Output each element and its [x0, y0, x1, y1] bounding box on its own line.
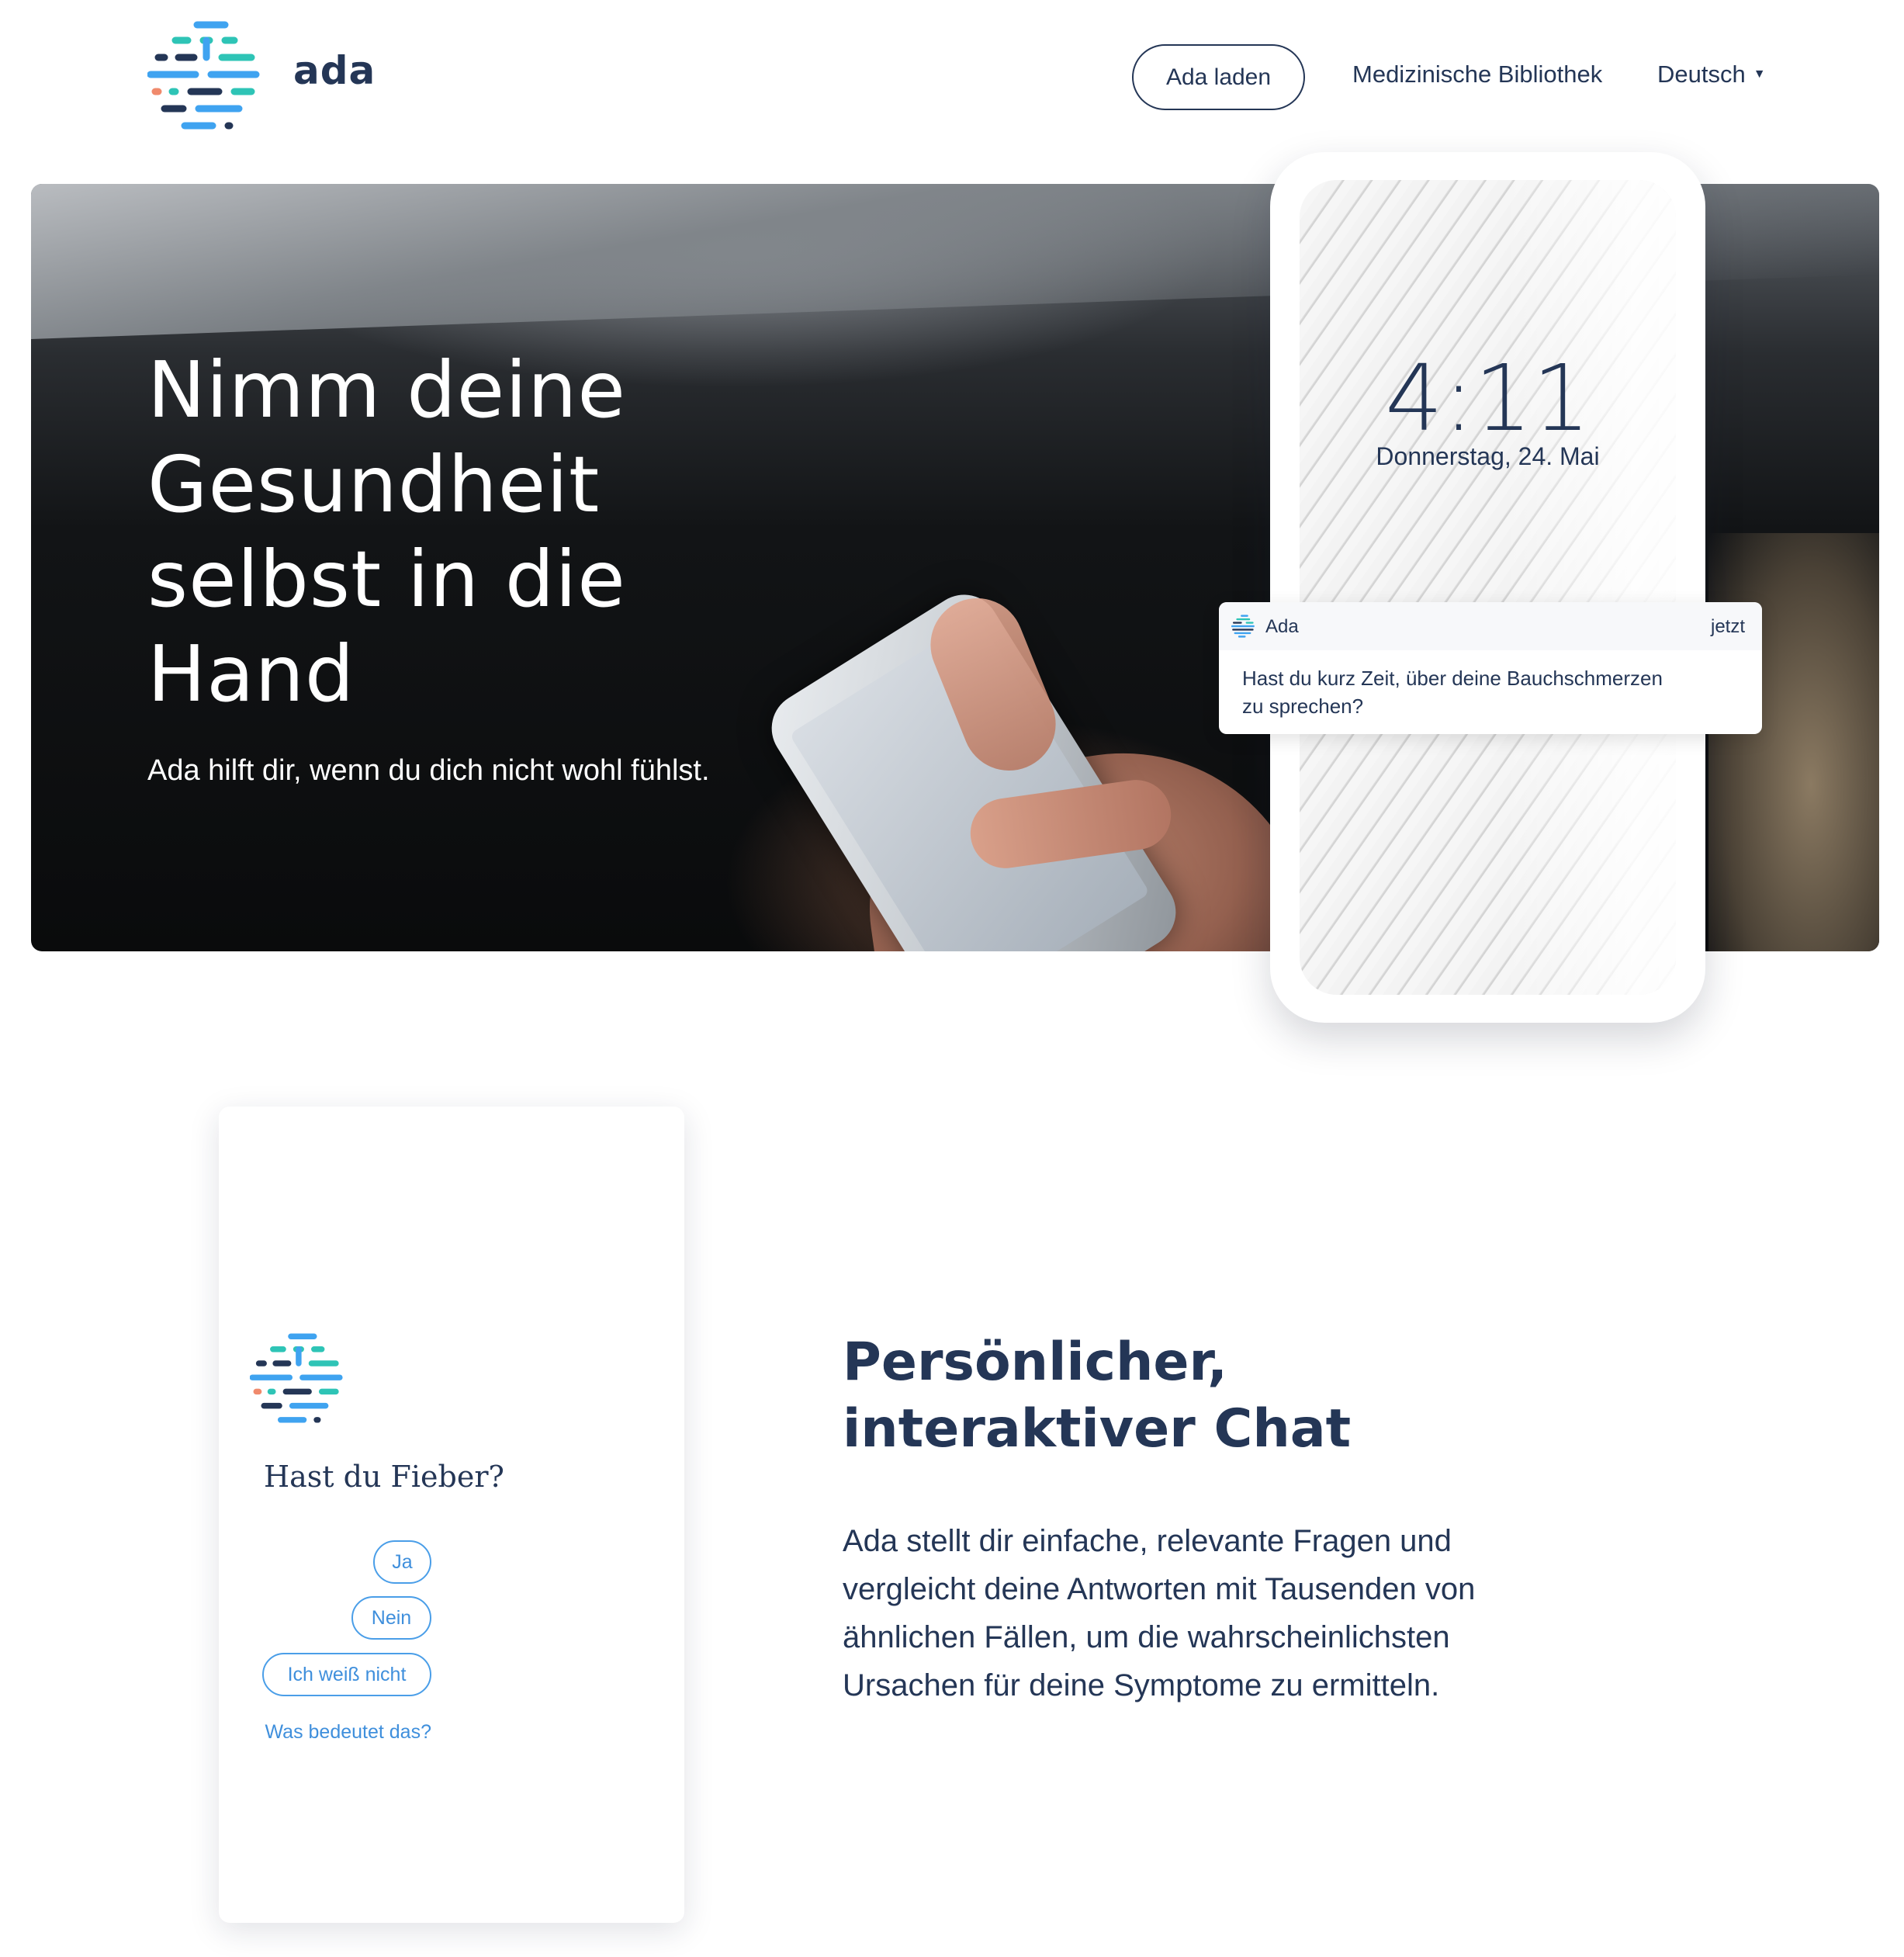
lock-screen-time: 4:11 [1385, 345, 1591, 452]
phone-mockup: 4:11 Donnerstag, 24. Mai [1270, 152, 1705, 1023]
hero-subtitle: Ada hilft dir, wenn du dich nicht wohl f… [147, 754, 710, 787]
answer-yes-chip[interactable]: Ja [373, 1540, 431, 1584]
download-ada-button[interactable]: Ada laden [1132, 44, 1305, 110]
ada-logo[interactable] [147, 20, 260, 135]
notification-message: Hast du kurz Zeit, über deine Bauchschme… [1242, 667, 1663, 718]
hero-title: Nimm deine Gesundheit selbst in die Hand [147, 345, 626, 719]
push-notification[interactable]: Ada jetzt Hast du kurz Zeit, über deine … [1219, 602, 1762, 734]
caret-down-icon: ▼ [1753, 68, 1766, 81]
answer-dont-know-chip[interactable]: Ich weiß nicht [262, 1653, 431, 1696]
nav-medical-library-link[interactable]: Medizinische Bibliothek [1352, 61, 1602, 88]
chat-preview-card: Hast du Fieber? [219, 1107, 684, 1923]
ada-avatar-icon [250, 1333, 343, 1423]
ada-app-icon [1231, 615, 1255, 638]
answer-no-chip[interactable]: Nein [351, 1596, 431, 1640]
feature-description: Ada stellt dir einfache, relevante Frage… [843, 1524, 1476, 1702]
notification-app-name: Ada [1265, 616, 1299, 637]
what-does-this-mean-link[interactable]: Was bedeutet das? [258, 1721, 432, 1744]
notification-time: jetzt [1710, 616, 1745, 637]
language-selector[interactable]: Deutsch ▼ [1657, 61, 1766, 88]
feature-title: Persönlicher, interaktiver Chat [843, 1332, 1352, 1460]
lock-screen: 4:11 Donnerstag, 24. Mai [1300, 180, 1676, 995]
logo-wordmark[interactable]: ada [293, 48, 376, 93]
hero-background-blur [1708, 533, 1879, 951]
language-label: Deutsch [1657, 61, 1746, 88]
lock-screen-date: Donnerstag, 24. Mai [1376, 442, 1600, 470]
notification-header [1219, 602, 1762, 650]
chat-question: Hast du Fieber? [264, 1460, 504, 1494]
